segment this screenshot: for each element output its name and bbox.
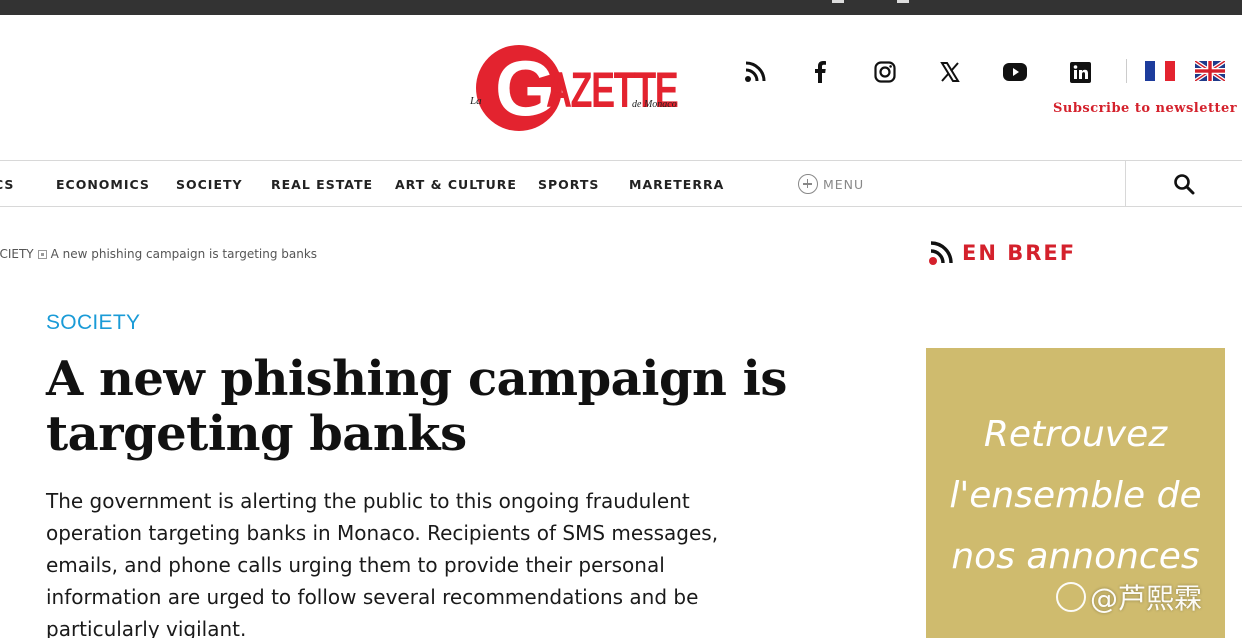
logo-suffix: de Monaco [632, 99, 677, 110]
site-header: La G AZETTE de Monaco Subscribe to newsl… [0, 15, 1242, 160]
watermark: @芦熙霖 [1056, 577, 1202, 617]
watermark-text: @芦熙霖 [1090, 582, 1203, 615]
top-bar-icon[interactable] [832, 0, 844, 3]
en-bref-heading[interactable]: EN BREF [928, 240, 1076, 266]
site-logo[interactable]: La G AZETTE de Monaco [470, 43, 695, 135]
facebook-icon[interactable] [808, 60, 832, 84]
main-nav: CS ECONOMICS SOCIETY REAL ESTATE ART & C… [0, 160, 1242, 207]
logo-prefix: La [470, 95, 482, 107]
youtube-icon[interactable] [1003, 60, 1027, 84]
article-headline: A new phishing campaign is targeting ban… [46, 351, 787, 462]
subscribe-newsletter-link[interactable]: Subscribe to newsletter [1053, 101, 1237, 116]
en-bref-label: EN BREF [962, 241, 1077, 265]
nav-item-mareterra[interactable]: MARETERRA [629, 177, 724, 192]
top-bar [0, 0, 1242, 15]
top-bar-icon[interactable] [897, 0, 909, 3]
article-category[interactable]: SOCIETY [46, 311, 140, 335]
nav-item-economics[interactable]: ECONOMICS [56, 177, 150, 192]
rss-icon[interactable] [743, 60, 767, 84]
menu-button[interactable]: MENU [798, 174, 864, 194]
article-lede: The government is alerting the public to… [46, 489, 719, 638]
breadcrumb-section[interactable]: OCIETY [0, 247, 34, 261]
breadcrumb-separator-icon [37, 249, 47, 259]
nav-item-society[interactable]: SOCIETY [176, 177, 243, 192]
plus-icon [798, 174, 818, 194]
nav-item-politics[interactable]: CS [0, 177, 14, 192]
nav-item-art-culture[interactable]: ART & CULTURE [395, 177, 517, 192]
breadcrumb: OCIETY A new phishing campaign is target… [0, 247, 317, 261]
instagram-icon[interactable] [873, 60, 897, 84]
paw-icon [1056, 582, 1086, 612]
search-button[interactable] [1125, 161, 1242, 206]
nav-item-sports[interactable]: SPORTS [538, 177, 599, 192]
ad-text: Retrouvez l'ensemble de nos annonces [949, 414, 1202, 577]
flag-fr-icon[interactable] [1145, 61, 1175, 81]
nav-item-real-estate[interactable]: REAL ESTATE [271, 177, 373, 192]
social-divider [1126, 59, 1127, 83]
flag-uk-icon[interactable] [1193, 59, 1227, 83]
breadcrumb-current: A new phishing campaign is targeting ban… [50, 247, 318, 261]
rss-icon [929, 241, 953, 265]
linkedin-icon[interactable] [1068, 60, 1092, 84]
menu-label: MENU [823, 176, 865, 192]
x-icon[interactable] [938, 60, 962, 84]
search-icon [1174, 173, 1195, 194]
